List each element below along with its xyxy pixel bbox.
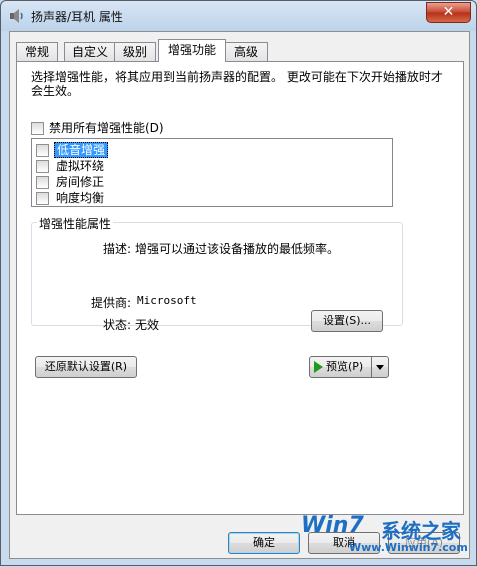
list-item-label: 房间修正 xyxy=(56,175,105,189)
enhancements-description: 选择增强性能，将其应用到当前扬声器的配置。 更改可能在下次开始播放时才会生效。 xyxy=(31,70,443,98)
title-bar[interactable]: 扬声器/耳机 属性 ✕ xyxy=(1,1,476,31)
list-item-virtual-surround[interactable]: 虚拟环绕 xyxy=(36,158,106,174)
status-key: 状态: xyxy=(103,318,132,332)
status-value: 无效 xyxy=(135,318,160,332)
watermark-brand: 系统之家 xyxy=(381,519,461,543)
dialog-body: 常规 自定义 级别 增强功能 高级 选择增强性能，将其应用到当前扬声器的配置。 … xyxy=(9,31,470,559)
list-item-label: 低音增强 xyxy=(54,142,109,158)
watermark-logo: Win7 xyxy=(301,513,364,538)
preview-label: 预览(P) xyxy=(326,360,364,373)
properties-group-title: 增强性能属性 xyxy=(37,215,114,232)
tab-levels[interactable]: 级别 xyxy=(114,42,156,61)
list-item-label: 虚拟环绕 xyxy=(56,159,105,173)
list-item-bass-boost[interactable]: 低音增强 xyxy=(36,142,109,158)
properties-window: 扬声器/耳机 属性 ✕ 常规 自定义 级别 增强功能 高级 选择增强性能，将其应… xyxy=(0,0,477,566)
tab-enhancements[interactable]: 增强功能 xyxy=(158,39,226,62)
preview-button[interactable]: 预览(P) xyxy=(314,357,363,376)
list-item-room-correction[interactable]: 房间修正 xyxy=(36,174,106,190)
ok-button[interactable]: 确定 xyxy=(228,532,300,554)
list-item-loudness-equalization[interactable]: 响度均衡 xyxy=(36,190,106,206)
settings-button[interactable]: 设置(S)... xyxy=(311,310,383,332)
enhancements-list[interactable]: 低音增强 虚拟环绕 房间修正 响度均衡 xyxy=(31,138,393,207)
provider-key: 提供商: xyxy=(91,296,132,310)
enhancements-panel: 选择增强性能，将其应用到当前扬声器的配置。 更改可能在下次开始播放时才会生效。 … xyxy=(16,61,464,515)
checkbox-virtual-surround[interactable] xyxy=(36,160,49,173)
close-button[interactable]: ✕ xyxy=(426,2,471,23)
provider-value: Microsoft xyxy=(137,294,197,307)
checkbox-loudness-equalization[interactable] xyxy=(36,192,49,205)
disable-all-checkbox[interactable]: 禁用所有增强性能(D) xyxy=(31,119,164,136)
list-item-label: 响度均衡 xyxy=(56,191,105,205)
play-icon xyxy=(314,361,323,373)
tab-general[interactable]: 常规 xyxy=(16,42,58,61)
description-value: 增强可以通过该设备播放的最低频率。 xyxy=(135,242,340,256)
checkbox-bass-boost[interactable] xyxy=(36,144,49,157)
disable-all-label: 禁用所有增强性能(D) xyxy=(49,121,164,135)
checkbox-room-correction[interactable] xyxy=(36,176,49,189)
description-key: 描述: xyxy=(103,242,132,256)
speaker-icon xyxy=(10,9,23,23)
tab-advanced[interactable]: 高级 xyxy=(224,42,268,61)
preview-split-button[interactable]: 预览(P) xyxy=(309,356,389,378)
watermark: Win7 系统之家 Www.Winwin7.com xyxy=(301,509,477,567)
restore-defaults-button[interactable]: 还原默认设置(R) xyxy=(35,356,137,378)
tab-custom[interactable]: 自定义 xyxy=(64,42,116,61)
chevron-down-icon[interactable] xyxy=(371,357,388,377)
close-icon: ✕ xyxy=(442,4,455,20)
window-title: 扬声器/耳机 属性 xyxy=(31,10,123,24)
checkbox-box[interactable] xyxy=(31,122,44,135)
watermark-url: Www.Winwin7.com xyxy=(349,541,468,554)
